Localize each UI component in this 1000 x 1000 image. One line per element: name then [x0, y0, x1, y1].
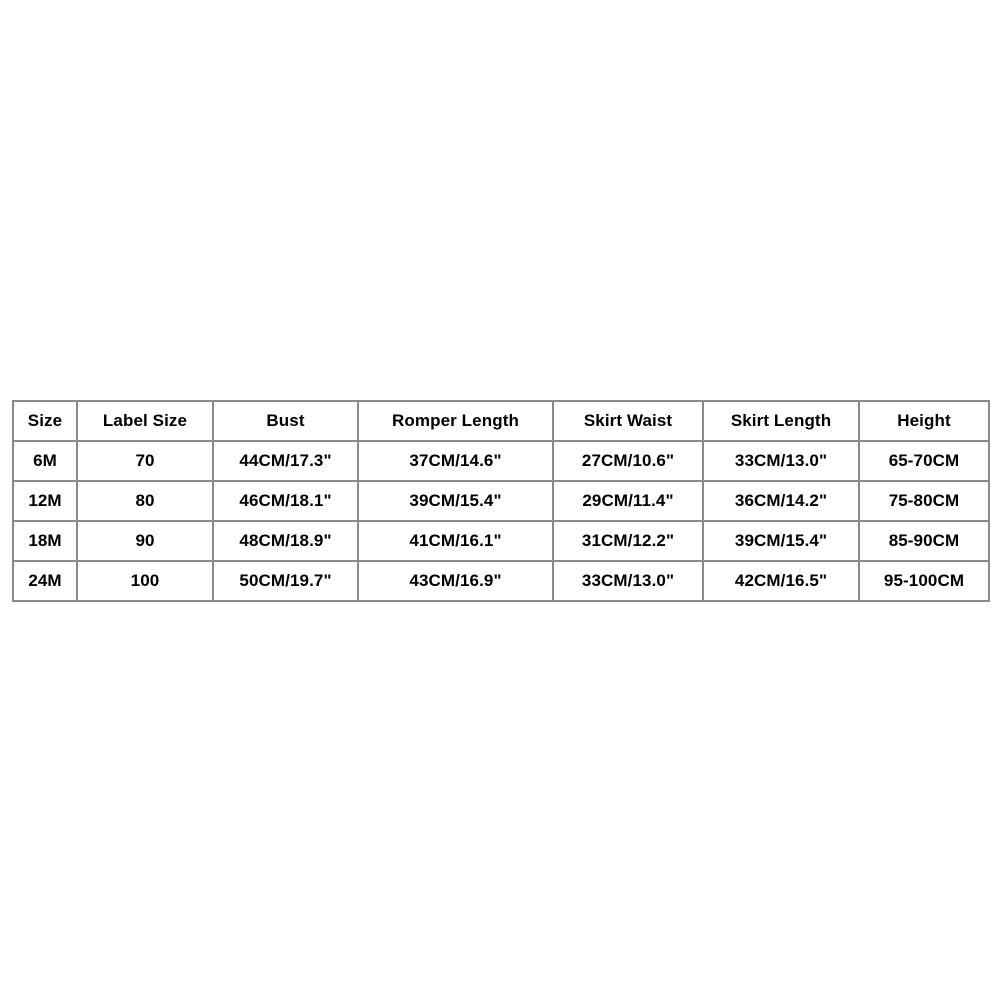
- cell-skirt-waist: 31CM/12.2": [552, 520, 704, 562]
- column-header-skirt-length: Skirt Length: [702, 400, 860, 442]
- table-row: 6M 70 44CM/17.3" 37CM/14.6" 27CM/10.6" 3…: [12, 440, 990, 482]
- cell-skirt-length: 33CM/13.0": [702, 440, 860, 482]
- table-header-row: Size Label Size Bust Romper Length Skirt…: [12, 400, 990, 442]
- cell-skirt-length: 39CM/15.4": [702, 520, 860, 562]
- cell-bust: 46CM/18.1": [212, 480, 359, 522]
- cell-label-size: 90: [76, 520, 214, 562]
- column-header-bust: Bust: [212, 400, 359, 442]
- cell-skirt-waist: 33CM/13.0": [552, 560, 704, 602]
- cell-skirt-waist: 29CM/11.4": [552, 480, 704, 522]
- table-row: 18M 90 48CM/18.9" 41CM/16.1" 31CM/12.2" …: [12, 520, 990, 562]
- cell-romper-length: 43CM/16.9": [357, 560, 554, 602]
- column-header-size: Size: [12, 400, 78, 442]
- cell-height: 75-80CM: [858, 480, 990, 522]
- cell-size: 24M: [12, 560, 78, 602]
- size-chart-table: Size Label Size Bust Romper Length Skirt…: [12, 400, 990, 602]
- cell-skirt-length: 36CM/14.2": [702, 480, 860, 522]
- table-row: 24M 100 50CM/19.7" 43CM/16.9" 33CM/13.0"…: [12, 560, 990, 602]
- column-header-height: Height: [858, 400, 990, 442]
- cell-skirt-length: 42CM/16.5": [702, 560, 860, 602]
- table-row: 12M 80 46CM/18.1" 39CM/15.4" 29CM/11.4" …: [12, 480, 990, 522]
- cell-bust: 44CM/17.3": [212, 440, 359, 482]
- cell-height: 65-70CM: [858, 440, 990, 482]
- cell-bust: 50CM/19.7": [212, 560, 359, 602]
- cell-height: 85-90CM: [858, 520, 990, 562]
- cell-skirt-waist: 27CM/10.6": [552, 440, 704, 482]
- cell-size: 18M: [12, 520, 78, 562]
- cell-size: 12M: [12, 480, 78, 522]
- cell-romper-length: 39CM/15.4": [357, 480, 554, 522]
- cell-romper-length: 37CM/14.6": [357, 440, 554, 482]
- cell-bust: 48CM/18.9": [212, 520, 359, 562]
- cell-height: 95-100CM: [858, 560, 990, 602]
- cell-label-size: 70: [76, 440, 214, 482]
- cell-label-size: 100: [76, 560, 214, 602]
- cell-romper-length: 41CM/16.1": [357, 520, 554, 562]
- column-header-romper-length: Romper Length: [357, 400, 554, 442]
- column-header-skirt-waist: Skirt Waist: [552, 400, 704, 442]
- size-chart-container: Size Label Size Bust Romper Length Skirt…: [12, 400, 990, 602]
- cell-label-size: 80: [76, 480, 214, 522]
- cell-size: 6M: [12, 440, 78, 482]
- column-header-label-size: Label Size: [76, 400, 214, 442]
